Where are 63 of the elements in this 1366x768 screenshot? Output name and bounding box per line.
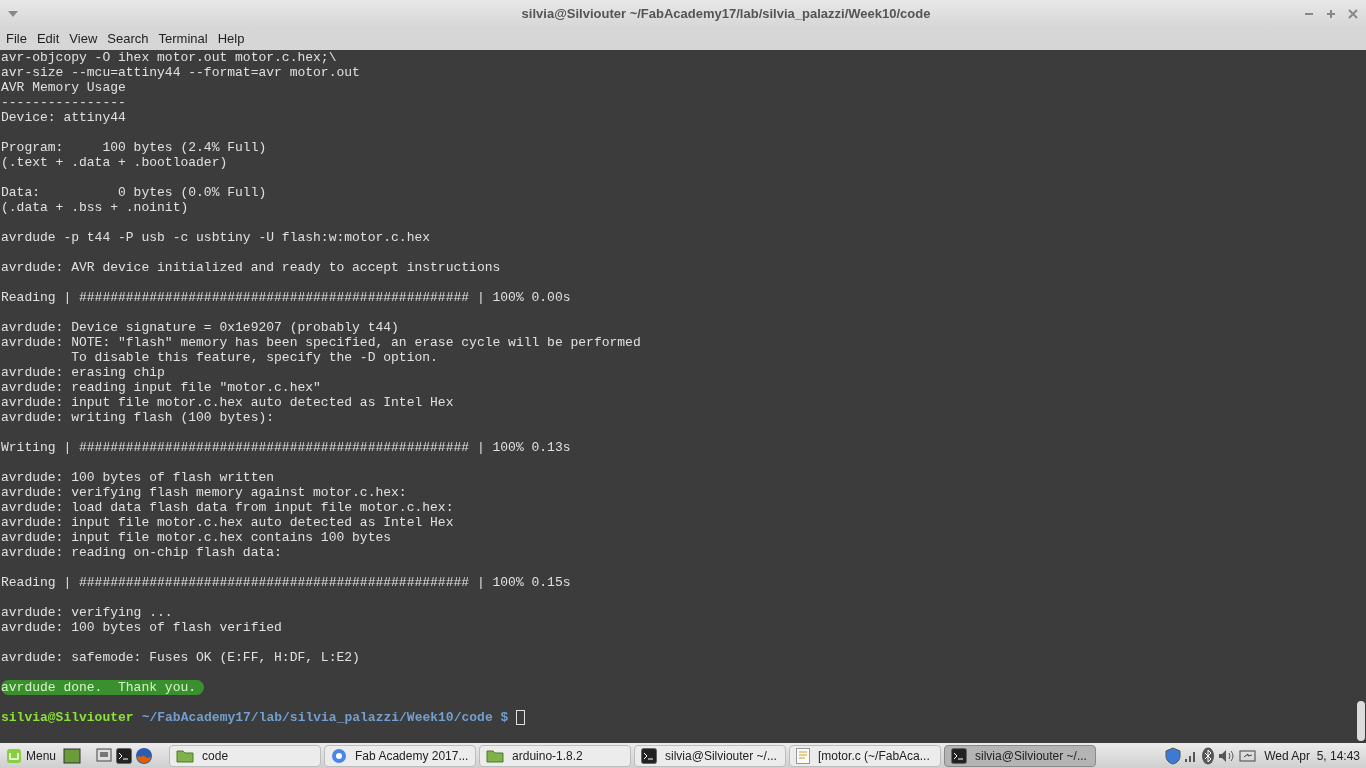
computer-icon[interactable] [95, 746, 114, 765]
terminal-line: Data: 0 bytes (0.0% Full) [1, 185, 267, 200]
dropdown-arrow-icon[interactable] [8, 11, 18, 17]
folder-icon [486, 748, 505, 763]
terminal-line: avrdude: writing flash (100 bytes): [1, 410, 275, 425]
terminal-line: AVR Memory Usage [1, 80, 126, 95]
menu-button[interactable]: Menu [2, 744, 61, 767]
text-file-icon [796, 747, 811, 764]
terminal-line: avrdude: reading input file "motor.c.hex" [1, 380, 321, 395]
menu-item[interactable]: Edit [36, 29, 60, 49]
terminal-line: Writing | ################################################## | 100% 0.13s [1, 440, 571, 455]
taskbar-window-button[interactable]: arduino-1.8.2 [479, 744, 632, 767]
taskbar-window-button[interactable]: Fab Academy 2017... [324, 744, 477, 767]
terminal-line: avr-objcopy -O ihex motor.out motor.c.hex;\ [1, 50, 337, 65]
terminal-line: avrdude: input file motor.c.hex auto detected as Intel Hex [1, 515, 454, 530]
terminal-icon [641, 747, 658, 764]
terminal-line: avrdude: erasing chip [1, 365, 165, 380]
terminal-line: avrdude -p t44 -P usb -c usbtiny -U flash:w:motor.c.hex [1, 230, 431, 245]
terminal-line: ---------------- [1, 95, 126, 110]
shield-icon[interactable] [1165, 746, 1182, 765]
bluetooth-icon[interactable] [1201, 746, 1216, 765]
taskbar-window-button[interactable]: silvia@Silviouter ~/... [634, 744, 787, 767]
terminal-line: avrdude: AVR device initialized and ready to accept instructions [1, 260, 501, 275]
terminal-line: To disable this feature, specify the -D option. [70, 350, 438, 365]
terminal-line: Reading | ################################################## | 100% 0.15s [1, 575, 571, 590]
terminal-line: Reading | ################################################## | 100% 0.00s [1, 290, 571, 305]
terminal-line: avrdude: verifying ... [1, 605, 173, 620]
terminal-icon [951, 747, 968, 764]
window-title: silvia@Silviouter ~/FabAcademy17/lab/silvia_palazzi/Week10/code [520, 5, 931, 24]
terminal-line: avrdude: 100 bytes of flash written [1, 470, 275, 485]
terminal-line: avrdude: reading on-chip flash data: [1, 545, 282, 560]
terminal-line: avr-size --mcu=attiny44 --format=avr motor.out [1, 65, 360, 80]
taskbar-window-button[interactable]: code [169, 744, 322, 767]
clock[interactable]: Wed Apr 5, 14:43 [1260, 746, 1364, 765]
terminal-line: avrdude: Device signature = 0x1e9207 (probably t44) [1, 320, 399, 335]
terminal-line: Device: attiny44 [1, 110, 126, 125]
prompt-user: silvia@Silviouter [1, 710, 134, 725]
terminal-line: (.data + .bss + .noinit) [1, 200, 189, 215]
taskbar-window-button[interactable]: [motor.c (~/FabAca... [789, 744, 942, 767]
terminal-line: avrdude: load data flash data from input file motor.c.hex: [1, 500, 454, 515]
menu-item[interactable]: File [6, 29, 27, 49]
globe-icon [331, 747, 348, 764]
menu-item[interactable]: Terminal [158, 29, 208, 49]
menu-item[interactable]: View [69, 29, 98, 49]
menu-item[interactable]: Help [217, 29, 245, 49]
fox-globe-icon[interactable] [135, 746, 154, 765]
maximize-icon[interactable] [1326, 9, 1336, 19]
terminal-line: avrdude: input file motor.c.hex contains 100 bytes [1, 530, 392, 545]
terminal-line: avrdude: safemode: Fuses OK (E:FF, H:DF, L:E2) [1, 650, 360, 665]
terminal-line: avrdude: NOTE: "flash" memory has been specified, an erase cycle will be performed [1, 335, 641, 350]
menu-item[interactable]: Search [107, 29, 149, 49]
terminal-line: avrdude: input file motor.c.hex auto detected as Intel Hex [1, 395, 454, 410]
terminal-icon [116, 747, 133, 764]
folder-icon [176, 748, 195, 763]
speaker-icon[interactable] [1218, 748, 1237, 763]
terminal-line: avrdude: verifying flash memory against motor.c.hex: [1, 485, 407, 500]
terminal-line: (.text + .data + .bootloader) [1, 155, 228, 170]
taskbar-window-button[interactable]: silvia@Silviouter ~/... [944, 744, 1097, 767]
close-icon[interactable] [1348, 9, 1358, 19]
terminal-line: avrdude: 100 bytes of flash verified [1, 620, 282, 635]
text-cursor [516, 710, 526, 725]
terminal-line: Program: 100 bytes (2.4% Full) [1, 140, 267, 155]
prompt-path: ~/FabAcademy17/lab/silvia_palazzi/Week10/code $ [141, 710, 509, 725]
